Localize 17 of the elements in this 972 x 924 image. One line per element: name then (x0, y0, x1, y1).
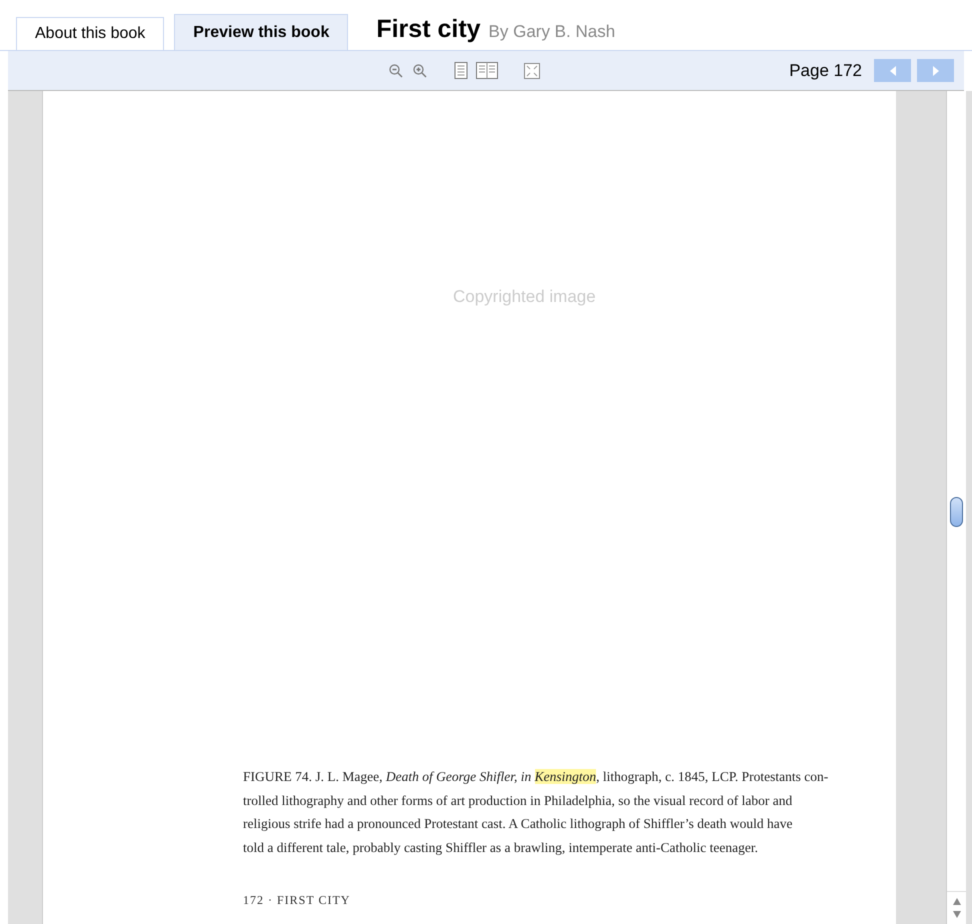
figure-caption: FIGURE 74. J. L. Magee, Death of George Shifler, in Kensington, lithograph, c. 1845, LCP. Protestants con- trolled lithography and other forms of art production in Philadelphia, so the visual record of labor and religious strife had a pronounced Protestant cast. A Catholic lithograph of Shiffler’s death would have told a different tale, probably casting Shiffler as a brawling, intemperate anti-Catholic teenager. (243, 768, 828, 857)
left-triangle-icon (888, 66, 896, 76)
zoom-in-icon[interactable] (412, 62, 428, 78)
scroll-thumb[interactable] (950, 497, 963, 527)
single-page-icon[interactable] (454, 62, 468, 79)
right-triangle-icon (932, 66, 940, 76)
page-footer: 172 · FIRST CITY (243, 893, 350, 908)
scroll-down-icon[interactable] (952, 911, 960, 918)
tab[interactable]: About this book (16, 17, 164, 50)
two-page-icon[interactable] (476, 62, 498, 79)
scroll-up-icon[interactable] (952, 898, 960, 905)
book-author: By Gary B. Nash (488, 22, 616, 42)
book-title: First city (376, 15, 481, 44)
zoom-out-icon[interactable] (388, 62, 404, 78)
fullscreen-icon[interactable] (524, 62, 540, 78)
page-number: Page 172 (789, 60, 862, 80)
tab[interactable]: Preview this book (174, 14, 348, 50)
